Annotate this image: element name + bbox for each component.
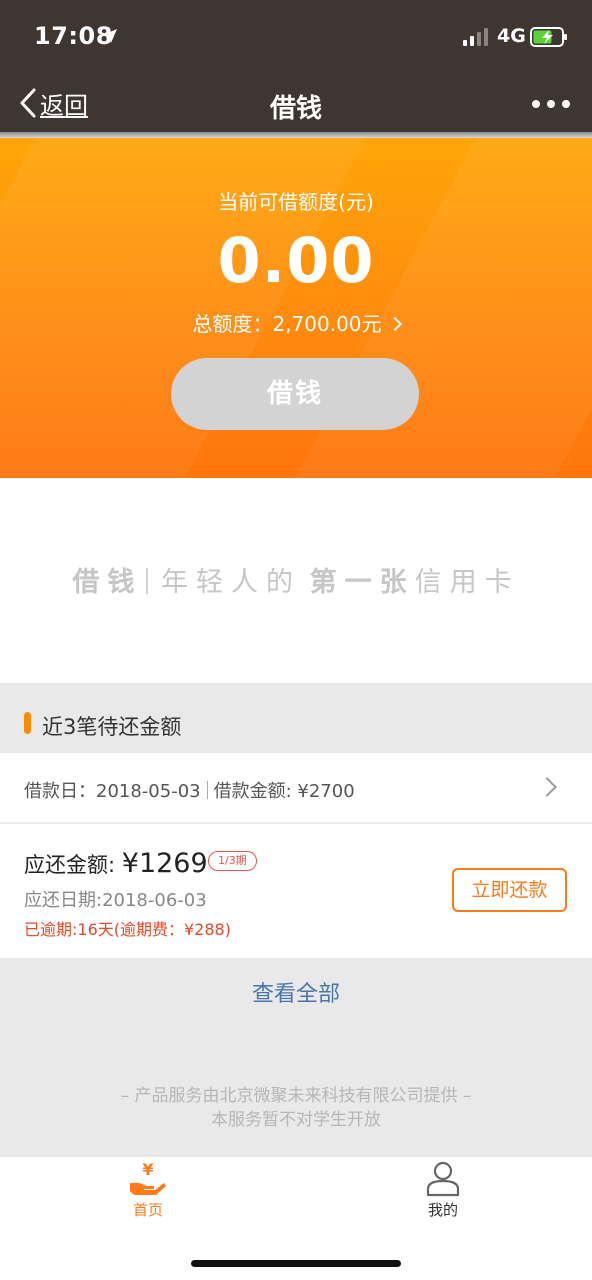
slogan-text-a: 年轻人的 <box>161 567 301 598</box>
due-amount-value: ¥1269 <box>121 848 208 879</box>
home-indicator[interactable] <box>191 1260 401 1267</box>
tab-home-label: 首页 <box>132 1201 163 1219</box>
location-arrow-icon <box>103 29 117 43</box>
more-options-button[interactable] <box>532 100 570 110</box>
view-all-link[interactable]: 查看全部 <box>0 976 592 1008</box>
slogan-brand: 借钱 <box>72 567 143 598</box>
section-title: 近3笔待还金额 <box>42 715 182 739</box>
available-credit-label: 当前可借额度(元) <box>218 190 374 214</box>
status-bar: 17:08 4G <box>0 0 592 72</box>
dot-icon <box>562 100 570 108</box>
due-amount: 应还金额: ¥1269 <box>24 848 208 879</box>
credit-hero-card: 当前可借额度(元) 0.00 总额度：2,700.00元 借钱 <box>0 138 592 478</box>
slogan-text-b: 第一张 <box>309 567 415 598</box>
svg-text:¥: ¥ <box>142 1161 153 1179</box>
repayment-item: 应还金额: ¥1269 1/3期 应还日期:2018-06-03 已逾期:16天… <box>0 824 592 958</box>
tab-profile-label: 我的 <box>427 1201 458 1219</box>
available-credit-amount: 0.00 <box>217 224 375 297</box>
footer-disclaimer: 本服务暂不对学生开放 <box>211 1110 381 1130</box>
signal-icon <box>463 28 488 46</box>
due-date: 应还日期:2018-06-03 <box>24 890 207 911</box>
loan-info: 借款日：2018-05-03 借款金额: ¥2700 <box>24 777 355 803</box>
loan-date: 借款日：2018-05-03 <box>24 781 201 802</box>
battery-charging-icon <box>530 27 567 47</box>
slogan: 借钱 年轻人的 第一张信用卡 <box>0 560 592 599</box>
section-marker <box>24 712 31 734</box>
due-amount-label: 应还金额: <box>24 853 122 877</box>
page-title: 借钱 <box>269 94 322 124</box>
navigation-bar: 返回 借钱 <box>0 72 592 132</box>
repay-now-button[interactable]: 立即还款 <box>452 868 567 912</box>
user-icon <box>426 1161 460 1197</box>
chevron-right-icon <box>537 777 557 797</box>
tab-home[interactable]: ¥ 首页 <box>88 1157 208 1221</box>
slogan-text-c: 信用卡 <box>414 567 520 598</box>
footer-provider: – 产品服务由北京微聚未来科技有限公司提供 – <box>120 1086 472 1106</box>
yen-hand-icon: ¥ <box>130 1161 166 1195</box>
loan-summary-row[interactable]: 借款日：2018-05-03 借款金额: ¥2700 <box>0 753 592 823</box>
dot-icon <box>532 100 540 108</box>
dot-icon <box>547 100 555 108</box>
section-header: 近3笔待还金额 <box>0 683 592 753</box>
chevron-right-icon <box>387 316 402 332</box>
total-credit-link[interactable]: 总额度：2,700.00元 <box>0 308 592 337</box>
total-credit-text: 总额度：2,700.00元 <box>192 312 382 336</box>
overdue-notice: 已逾期:16天(逾期费：¥288) <box>24 920 231 939</box>
loan-amount: 借款金额: ¥2700 <box>213 781 355 802</box>
tab-profile[interactable]: 我的 <box>383 1157 503 1221</box>
borrow-button[interactable]: 借钱 <box>171 358 419 430</box>
network-type: 4G <box>497 25 526 47</box>
footer-note: – 产品服务由北京微聚未来科技有限公司提供 – 本服务暂不对学生开放 <box>0 1084 592 1132</box>
period-badge: 1/3期 <box>208 851 257 871</box>
slogan-divider <box>146 567 149 594</box>
info-divider <box>206 781 208 799</box>
